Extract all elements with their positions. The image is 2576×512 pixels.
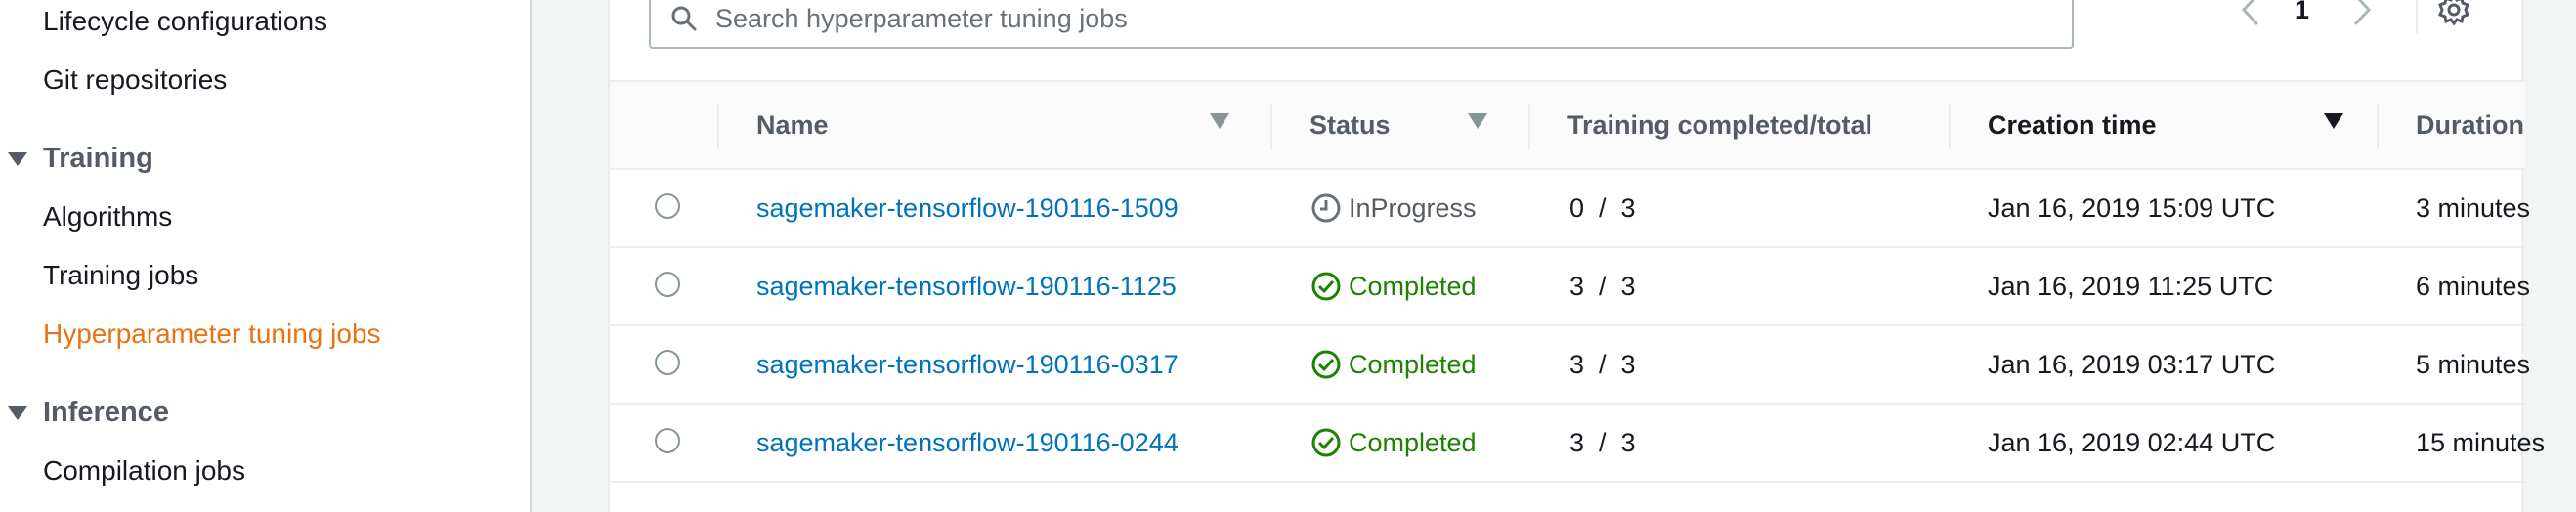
check-circle-icon <box>1311 272 1341 301</box>
sidebar-section-label: Inference <box>43 397 169 428</box>
training-count: 3 / 3 <box>1569 427 1636 457</box>
column-header-creation-time[interactable]: Creation time <box>1988 82 2157 168</box>
toolbar-divider <box>2416 0 2418 33</box>
sidebar-item-algorithms[interactable]: Algorithms <box>43 201 172 233</box>
column-header-duration[interactable]: Duration <box>2416 82 2524 168</box>
duration: 5 minutes <box>2416 349 2531 379</box>
job-name-link[interactable]: sagemaker-tensorflow-190116-0244 <box>756 405 1179 481</box>
status-badge: Completed <box>1309 326 1477 403</box>
sagemaker-console: Lifecycle configurations Git repositorie… <box>0 0 2576 512</box>
job-name-link[interactable]: sagemaker-tensorflow-190116-1509 <box>756 170 1179 246</box>
table-row: sagemaker-tensorflow-190116-0317 Complet… <box>610 326 2530 405</box>
duration: 15 minutes <box>2416 427 2546 457</box>
column-header-training-completed-total[interactable]: Training completed/total <box>1567 82 1872 168</box>
job-name-link[interactable]: sagemaker-tensorflow-190116-0317 <box>756 326 1179 403</box>
sort-caret-icon[interactable] <box>1468 113 1487 129</box>
status-text: Completed <box>1349 271 1477 301</box>
sidebar-nav: Lifecycle configurations Git repositorie… <box>0 0 532 512</box>
creation-time: Jan 16, 2019 11:25 UTC <box>1988 271 2274 301</box>
row-select-radio[interactable] <box>655 193 680 219</box>
column-divider <box>717 104 719 149</box>
table-row: sagemaker-tensorflow-190116-0244 Complet… <box>610 405 2545 483</box>
training-count: 0 / 3 <box>1569 192 1636 223</box>
search-icon <box>671 6 697 31</box>
clock-icon <box>1311 193 1341 223</box>
column-divider <box>1528 104 1530 149</box>
status-badge: Completed <box>1309 248 1477 324</box>
tuning-jobs-table-card: 1 Name Stat <box>608 0 2545 512</box>
search-input[interactable] <box>715 3 1986 34</box>
duration: 3 minutes <box>2416 192 2531 223</box>
table-row: sagemaker-tensorflow-190116-1509 InProgr… <box>610 170 2530 248</box>
column-header-status[interactable]: Status <box>1309 82 1391 168</box>
sidebar-section-label: Training <box>43 143 153 174</box>
job-name-link[interactable]: sagemaker-tensorflow-190116-1125 <box>756 248 1177 324</box>
next-page-button[interactable] <box>2351 0 2373 29</box>
main-content: 1 Name Stat <box>532 0 2576 512</box>
sidebar-item-git-repositories[interactable]: Git repositories <box>43 64 227 96</box>
status-text: InProgress <box>1349 192 1477 223</box>
status-badge: InProgress <box>1309 170 1477 246</box>
column-divider <box>2377 104 2379 149</box>
sidebar-section-training[interactable]: Training <box>8 143 153 175</box>
caret-down-icon <box>8 151 27 166</box>
table-row: sagemaker-tensorflow-190116-1125 Complet… <box>610 248 2530 326</box>
current-page-number[interactable]: 1 <box>2295 0 2309 29</box>
chevron-right-icon <box>2353 0 2372 26</box>
creation-time: Jan 16, 2019 15:09 UTC <box>1988 192 2276 223</box>
status-badge: Completed <box>1309 405 1477 481</box>
row-select-radio[interactable] <box>655 272 680 297</box>
table-header: Name Status Training completed/total Cre… <box>610 80 2525 170</box>
check-circle-icon <box>1311 428 1341 457</box>
sidebar-item-training-jobs[interactable]: Training jobs <box>43 260 198 291</box>
search-bar[interactable] <box>649 0 2074 49</box>
column-divider <box>1270 104 1272 149</box>
training-count: 3 / 3 <box>1569 349 1636 379</box>
creation-time: Jan 16, 2019 02:44 UTC <box>1988 427 2276 457</box>
column-header-name[interactable]: Name <box>756 82 829 168</box>
sort-descending-icon[interactable] <box>2324 113 2343 129</box>
check-circle-icon <box>1311 350 1341 379</box>
row-select-radio[interactable] <box>655 350 680 375</box>
column-divider <box>1949 104 1951 149</box>
sidebar-item-compilation-jobs[interactable]: Compilation jobs <box>43 455 245 487</box>
sidebar-item-lifecycle-configurations[interactable]: Lifecycle configurations <box>43 6 327 37</box>
table-settings-button[interactable] <box>2437 0 2470 29</box>
sidebar-section-inference[interactable]: Inference <box>8 397 169 429</box>
status-text: Completed <box>1349 427 1477 457</box>
sidebar-item-hyperparameter-tuning-jobs[interactable]: Hyperparameter tuning jobs <box>43 319 381 350</box>
chevron-left-icon <box>2241 0 2259 26</box>
gear-icon <box>2438 0 2469 26</box>
caret-down-icon <box>8 405 27 420</box>
sort-caret-icon[interactable] <box>1210 113 1229 129</box>
creation-time: Jan 16, 2019 03:17 UTC <box>1988 349 2276 379</box>
previous-page-button[interactable] <box>2240 0 2261 29</box>
duration: 6 minutes <box>2416 271 2531 301</box>
training-count: 3 / 3 <box>1569 271 1636 301</box>
status-text: Completed <box>1349 349 1477 379</box>
row-select-radio[interactable] <box>655 428 680 453</box>
